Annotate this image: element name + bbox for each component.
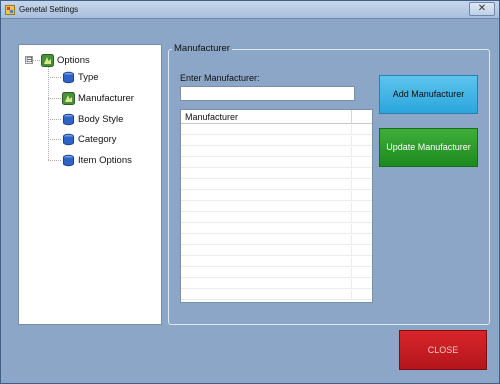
tree-item-label: Options xyxy=(57,54,90,66)
grid-empty-row xyxy=(181,169,372,179)
database-node-icon xyxy=(63,133,74,145)
window-close-button[interactable]: ✕ xyxy=(469,2,495,16)
close-button-label: CLOSE xyxy=(427,345,459,355)
tree-item-type[interactable]: Type xyxy=(62,69,99,85)
manufacturer-grid[interactable]: Manufacturer xyxy=(180,109,373,303)
grid-empty-row xyxy=(181,213,372,223)
grid-empty-row xyxy=(181,268,372,278)
tree-item-options[interactable]: Options xyxy=(41,52,90,68)
settings-window: Genetal Settings ✕ ⊟ Options Type Manufa… xyxy=(0,0,500,384)
grid-empty-row xyxy=(181,235,372,245)
grid-empty-row xyxy=(181,257,372,267)
grid-empty-row xyxy=(181,125,372,135)
tree-item-label: Manufacturer xyxy=(78,92,134,104)
grid-empty-row xyxy=(181,202,372,212)
tree-item-label: Item Options xyxy=(78,154,132,166)
close-button[interactable]: CLOSE xyxy=(399,330,487,370)
window-title: Genetal Settings xyxy=(19,5,79,14)
grid-empty-row xyxy=(181,158,372,168)
tree-item-label: Body Style xyxy=(78,113,124,125)
add-manufacturer-label: Add Manufacturer xyxy=(392,89,465,99)
tree-item-manufacturer[interactable]: Manufacturer xyxy=(62,90,134,106)
app-icon xyxy=(5,5,15,15)
tree-item-label: Category xyxy=(78,133,117,145)
grid-header: Manufacturer xyxy=(181,110,372,124)
tree-connector xyxy=(48,98,61,99)
add-manufacturer-button[interactable]: Add Manufacturer xyxy=(379,75,478,114)
options-node-icon xyxy=(41,53,54,67)
tree-item-item-options[interactable]: Item Options xyxy=(62,152,132,168)
tree-connector xyxy=(48,119,61,120)
grid-empty-row xyxy=(181,191,372,201)
tree-item-category[interactable]: Category xyxy=(62,131,117,147)
manufacturer-input-label: Enter Manufacturer: xyxy=(180,73,260,83)
database-node-icon xyxy=(63,113,74,125)
grid-empty-row xyxy=(181,246,372,256)
tree-item-body-style[interactable]: Body Style xyxy=(62,111,123,127)
window-client-area: ⊟ Options Type Manufacturer Body Style C… xyxy=(7,23,494,379)
tree-connector xyxy=(48,139,61,140)
grid-empty-row xyxy=(181,180,372,190)
tree-connector xyxy=(48,67,49,160)
tree-item-label: Type xyxy=(78,71,99,83)
tree-connector xyxy=(48,77,61,78)
manufacturer-input[interactable] xyxy=(180,86,355,101)
tree-expander-collapse[interactable]: ⊟ xyxy=(25,56,33,64)
grid-column-manufacturer[interactable]: Manufacturer xyxy=(185,112,238,122)
update-manufacturer-label: Update Manufacturer xyxy=(386,142,471,152)
options-tree: ⊟ Options Type Manufacturer Body Style C… xyxy=(18,44,162,325)
grid-column-divider xyxy=(351,110,352,124)
update-manufacturer-button[interactable]: Update Manufacturer xyxy=(379,128,478,167)
tree-connector xyxy=(48,160,61,161)
grid-empty-row xyxy=(181,136,372,146)
grid-empty-row xyxy=(181,147,372,157)
title-bar[interactable]: Genetal Settings ✕ xyxy=(1,1,499,19)
group-box-title: Manufacturer xyxy=(172,43,232,54)
grid-empty-row xyxy=(181,224,372,234)
grid-empty-row xyxy=(181,290,372,300)
database-node-icon xyxy=(63,71,74,83)
database-node-icon xyxy=(63,154,74,166)
options-node-icon xyxy=(62,91,75,105)
grid-empty-row xyxy=(181,279,372,289)
